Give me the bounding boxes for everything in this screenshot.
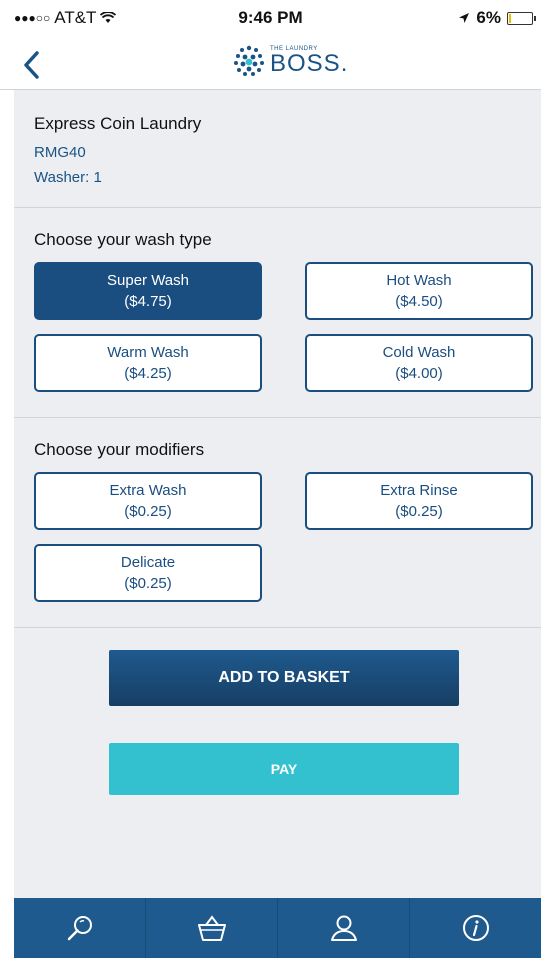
section-divider [14,417,541,418]
modifier-price: ($0.25) [124,503,172,520]
battery-percent: 6% [476,8,501,27]
status-right: 6% [458,8,536,28]
pay-button[interactable]: PAY [109,743,459,795]
nav-bar: THE LAUNDRY BOSS. [0,38,541,90]
logo-title: BOSS. [270,50,349,77]
wash-option-price: ($4.50) [395,293,443,310]
main-content: Express Coin Laundry RMG40 Washer: 1 Cho… [14,90,541,898]
modifier-name: Delicate [120,554,176,571]
wash-option-name: Super Wash [107,272,189,289]
chevron-left-icon [24,51,39,79]
wash-type-title: Choose your wash type [34,230,212,249]
back-button[interactable] [22,46,52,82]
location-arrow-icon [459,13,470,23]
modifier-extra-wash[interactable]: Extra Wash ($0.25) [34,472,262,530]
battery-icon [507,11,536,25]
add-to-basket-button[interactable]: ADD TO BASKET [109,650,459,706]
tab-bar [14,898,541,958]
basket-icon [197,915,226,941]
wash-option-name: Cold Wash [382,344,456,361]
tab-info[interactable] [410,898,541,958]
app-logo: THE LAUNDRY BOSS. [232,44,348,78]
user-icon [330,915,357,941]
washer-number: Washer: 1 [34,169,102,186]
status-bar: ●●●○○ AT&T 9:46 PM 6% [0,0,541,38]
tab-search[interactable] [14,898,146,958]
wash-option-price: ($4.00) [395,365,443,382]
wash-option-price: ($4.25) [124,365,172,382]
wash-option-warm[interactable]: Warm Wash ($4.25) [34,334,262,392]
modifier-name: Extra Rinse [380,482,458,499]
venue-info: Express Coin Laundry RMG40 Washer: 1 [14,90,541,208]
modifier-price: ($0.25) [395,503,443,520]
info-icon [462,915,489,941]
venue-name: Express Coin Laundry [34,114,202,133]
wash-option-hot[interactable]: Hot Wash ($4.50) [305,262,533,320]
tab-account[interactable] [278,898,410,958]
wash-option-price: ($4.75) [124,293,172,310]
venue-code: RMG40 [34,144,86,161]
battery-fill [509,13,511,23]
modifier-name: Extra Wash [109,482,187,499]
modifier-delicate[interactable]: Delicate ($0.25) [34,544,262,602]
search-icon [67,916,92,941]
wash-option-name: Hot Wash [386,272,452,289]
wash-option-name: Warm Wash [107,344,189,361]
modifiers-title: Choose your modifiers [34,440,205,459]
modifier-price: ($0.25) [124,575,172,592]
modifier-extra-rinse[interactable]: Extra Rinse ($0.25) [305,472,533,530]
wash-option-super[interactable]: Super Wash ($4.75) [34,262,262,320]
section-divider [14,627,541,628]
wash-option-cold[interactable]: Cold Wash ($4.00) [305,334,533,392]
tab-basket[interactable] [146,898,278,958]
logo-bubbles-icon [234,45,264,76]
